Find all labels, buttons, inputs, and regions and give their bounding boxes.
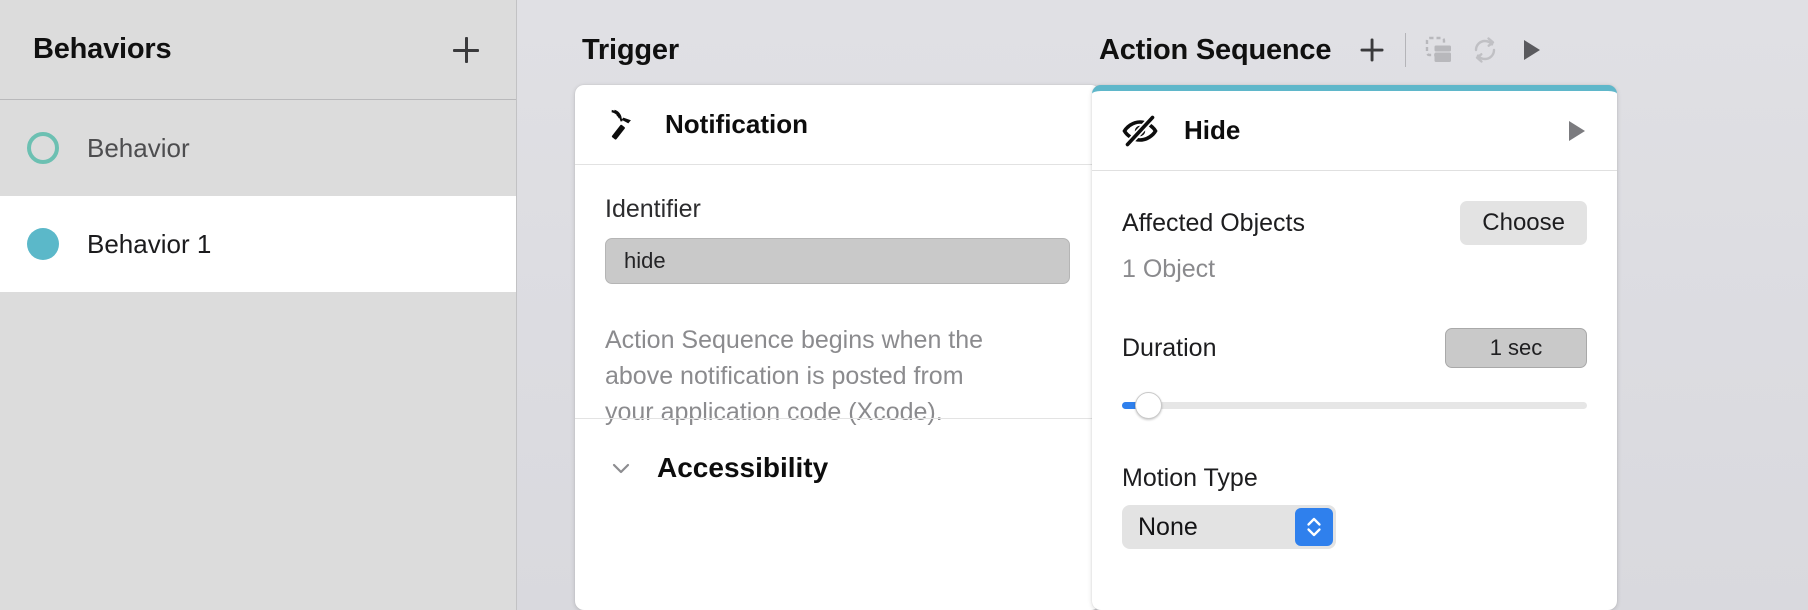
chevron-updown-icon (1307, 517, 1321, 537)
duration-label: Duration (1122, 333, 1217, 362)
duration-slider[interactable] (1122, 392, 1587, 419)
hide-card-header: Hide (1092, 91, 1617, 171)
motion-type-label: Motion Type (1122, 464, 1258, 492)
behavior-list: Behavior Behavior 1 (0, 100, 516, 292)
list-item-label: Behavior 1 (87, 228, 212, 259)
motion-type-control: Motion Type None (1122, 464, 1587, 549)
behavior-color-dot-icon (27, 228, 59, 260)
notification-hammer-icon (611, 109, 631, 140)
duration-value-field[interactable]: 1 sec (1445, 328, 1587, 368)
sidebar-header: Behaviors (0, 0, 516, 100)
trigger-card-title: Notification (665, 109, 808, 139)
list-item-behavior-1[interactable]: Behavior 1 (0, 196, 516, 292)
add-action-button[interactable] (1349, 27, 1395, 73)
action-sequence-toolbar (1349, 27, 1554, 73)
slider-thumb[interactable] (1135, 392, 1162, 419)
list-item-label: Behavior (87, 132, 190, 163)
play-icon (1569, 120, 1585, 141)
duplicate-icon (1426, 36, 1452, 62)
identifier-input[interactable]: hide (605, 238, 1070, 284)
hide-card-title: Hide (1184, 115, 1241, 145)
trigger-card-body: Identifier hide Action Sequence begins w… (575, 165, 1100, 430)
list-item-behavior[interactable]: Behavior (0, 100, 516, 196)
duplicate-action-button[interactable] (1416, 27, 1462, 73)
workspace-canvas: Trigger Action Sequence Notification Ide… (517, 0, 1808, 610)
motion-type-value: None (1138, 512, 1198, 541)
affected-objects-row: Affected Objects Choose (1122, 201, 1587, 245)
play-action-button[interactable] (1563, 118, 1589, 144)
affected-objects-label: Affected Objects (1122, 208, 1305, 237)
play-icon (1524, 40, 1541, 60)
motion-type-select[interactable]: None (1122, 505, 1336, 549)
behaviors-editor-window: Behaviors Behavior Behavior 1 Trigger Ac… (0, 0, 1808, 610)
stepper-arrows-icon[interactable] (1295, 508, 1333, 546)
eye-slash-icon (1122, 113, 1158, 148)
accessibility-disclosure[interactable]: Accessibility (575, 418, 1100, 518)
identifier-label: Identifier (605, 195, 701, 223)
slider-track (1122, 402, 1587, 409)
toolbar-divider (1405, 33, 1407, 67)
plus-icon (1360, 38, 1384, 62)
trigger-hint-text: Action Sequence begins when the above no… (605, 326, 984, 426)
loop-action-button[interactable] (1462, 27, 1508, 73)
behavior-color-dot-icon (27, 132, 59, 164)
page-title: Behaviors (33, 33, 172, 65)
trigger-card-header: Notification (575, 85, 1100, 165)
play-sequence-button[interactable] (1508, 27, 1554, 73)
behaviors-sidebar: Behaviors Behavior Behavior 1 (0, 0, 517, 610)
affected-objects-count: 1 Object (1122, 255, 1216, 283)
add-behavior-button[interactable] (446, 30, 486, 70)
hide-card-body: Affected Objects Choose 1 Object Duratio… (1092, 171, 1617, 549)
accessibility-title: Accessibility (657, 452, 829, 483)
choose-button[interactable]: Choose (1460, 201, 1587, 245)
action-sequence-column-title: Action Sequence (1099, 33, 1332, 66)
loop-icon (1475, 37, 1496, 63)
trigger-card: Notification Identifier hide Action Sequ… (575, 85, 1100, 610)
hide-action-card: Hide Affected Objects Choose 1 Object Du… (1092, 85, 1617, 610)
chevron-down-icon (612, 463, 630, 474)
trigger-column-title: Trigger (582, 33, 679, 66)
duration-control: Duration 1 sec (1122, 328, 1587, 419)
